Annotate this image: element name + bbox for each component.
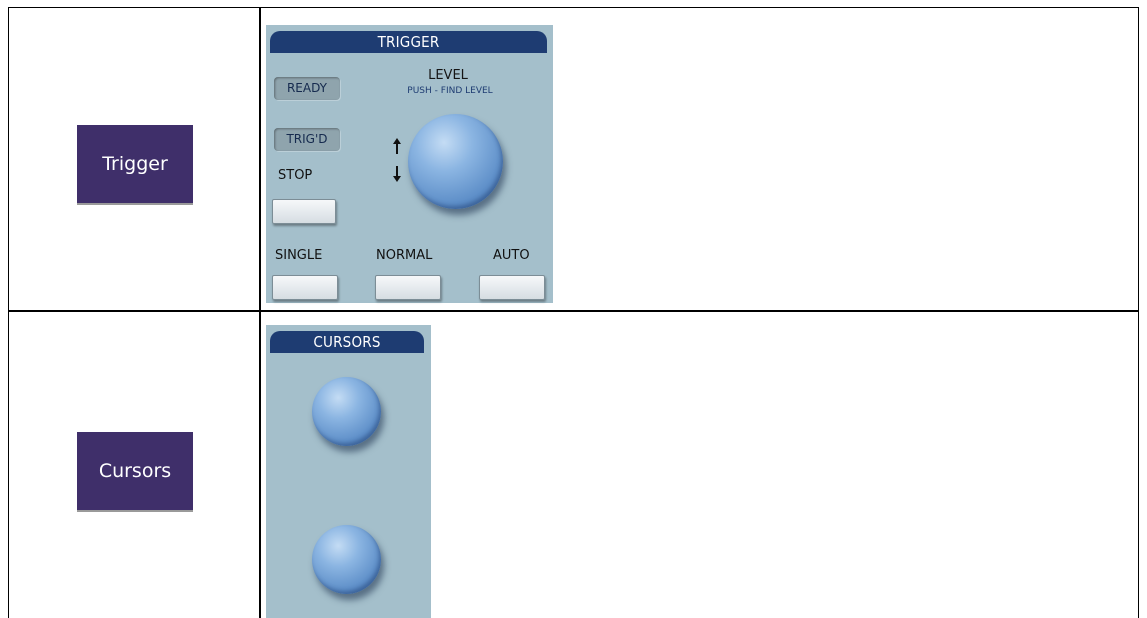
single-label: SINGLE <box>275 248 323 263</box>
table-column-divider <box>259 7 261 618</box>
trigger-panel: TRIGGER READY TRIG'D STOP LEVEL PUSH - F… <box>266 25 553 303</box>
table-border-right <box>1138 7 1139 311</box>
arrow-down-icon <box>393 166 401 182</box>
table-border-left <box>8 7 9 311</box>
level-label: LEVEL <box>428 68 468 83</box>
table-border-right <box>1138 311 1139 618</box>
cursors-panel: CURSORS <box>266 325 431 618</box>
table-border-left <box>8 311 9 618</box>
cursor-2-knob-icon[interactable] <box>312 525 381 594</box>
normal-button[interactable] <box>375 275 441 300</box>
auto-button[interactable] <box>479 275 545 300</box>
trigger-label-button[interactable]: Trigger <box>77 125 193 205</box>
cursor-1-knob-icon[interactable] <box>312 377 381 446</box>
arrow-up-icon <box>393 138 401 154</box>
normal-label: NORMAL <box>376 248 433 263</box>
ready-indicator: READY <box>274 77 340 100</box>
cursors-label-text: Cursors <box>98 460 172 482</box>
level-knob-icon[interactable] <box>408 114 503 209</box>
cursors-label-button[interactable]: Cursors <box>77 432 193 512</box>
table-row-divider <box>8 310 1139 312</box>
cursors-panel-title: CURSORS <box>270 331 424 353</box>
single-button[interactable] <box>272 275 338 300</box>
table-border-top <box>8 7 1139 8</box>
auto-label: AUTO <box>493 248 530 263</box>
stop-label: STOP <box>278 168 313 183</box>
trigger-label-text: Trigger <box>102 153 168 175</box>
level-sublabel: PUSH - FIND LEVEL <box>407 86 493 96</box>
triggered-indicator: TRIG'D <box>274 128 340 151</box>
stop-button[interactable] <box>272 199 336 224</box>
trigger-panel-title: TRIGGER <box>270 31 547 53</box>
